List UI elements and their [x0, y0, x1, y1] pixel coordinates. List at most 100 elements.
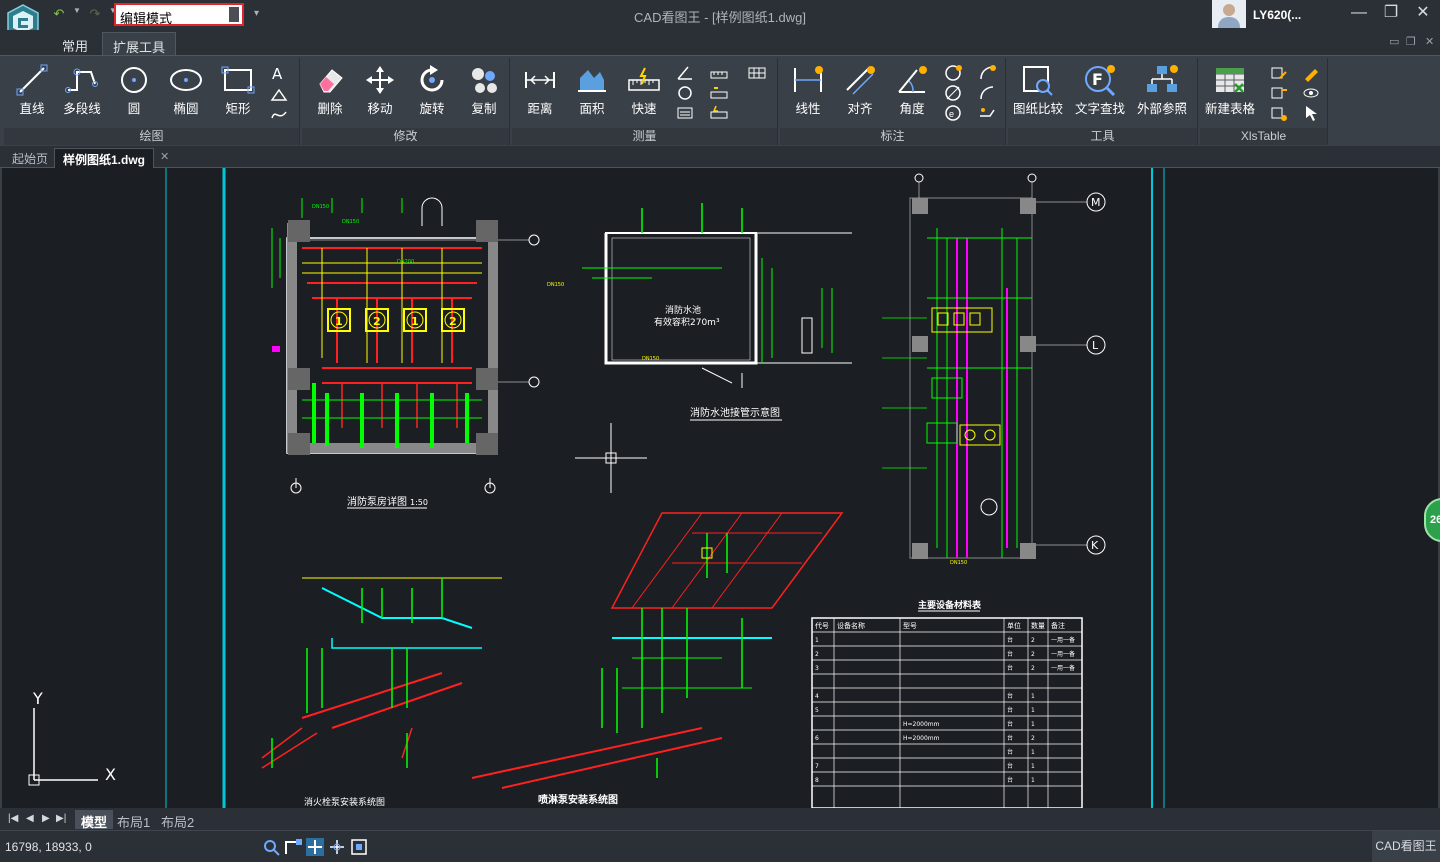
- drawing-frame: [165, 168, 1165, 808]
- line-tool-label: 直线: [19, 102, 45, 116]
- arc-icon[interactable]: [270, 86, 288, 104]
- close-tab-icon[interactable]: ✕: [160, 150, 169, 163]
- snap-icon[interactable]: [306, 838, 324, 856]
- table-pencil-icon[interactable]: [1302, 64, 1320, 82]
- arc-length-icon[interactable]: [676, 84, 694, 102]
- aligned-dim-tool-button[interactable]: 对齐: [832, 64, 888, 117]
- leader-icon[interactable]: [978, 64, 996, 82]
- compare-drawing-tool-button[interactable]: 图纸比较: [1010, 64, 1066, 117]
- perimeter-icon[interactable]: [710, 84, 728, 102]
- table-grid: 代号 设备名称 型号 单位 数量 备注 1 台 2 一用一备 2 台 2 一用一备 3 台 2 一用一备 4 台 1 5 台…: [811, 618, 1083, 808]
- first-layout-icon[interactable]: |◀: [8, 813, 18, 824]
- new-table-tool-button[interactable]: 新建表格: [1202, 64, 1258, 117]
- close-button[interactable]: ✕: [1408, 2, 1438, 26]
- user-name[interactable]: LY620(...: [1253, 8, 1301, 22]
- arc-dim-icon[interactable]: e: [944, 104, 962, 122]
- ucs-x-label: X: [105, 765, 116, 784]
- delete-tool-button[interactable]: 删除: [302, 64, 358, 117]
- ortho-icon[interactable]: [284, 838, 302, 856]
- multi-leader-icon[interactable]: [978, 104, 996, 122]
- area-tool-label: 面积: [579, 102, 605, 116]
- move-tool-button[interactable]: 移动: [352, 64, 408, 117]
- ruler-icon[interactable]: [710, 64, 728, 82]
- table-cell: 1: [1031, 707, 1035, 714]
- batch-measure-icon[interactable]: [710, 104, 728, 122]
- angle-dim-tool-label: 角度: [899, 102, 925, 116]
- table-header-cell: 型号: [903, 621, 917, 630]
- next-layout-icon[interactable]: ▶: [42, 813, 50, 824]
- ellipse-tool-button[interactable]: 椭圆: [158, 64, 214, 117]
- xref-tool-button[interactable]: 外部参照: [1134, 64, 1190, 117]
- angle-dimension-icon: [898, 66, 927, 93]
- copy-icon: [472, 68, 497, 93]
- line-tool-button[interactable]: 直线: [4, 64, 60, 117]
- drawing-svg: 1 2 1 2 DN150 DN150 DN200 消防泵房详图 1:50 消防…: [28, 168, 1165, 808]
- find-text-tool-button[interactable]: F 文字查找: [1072, 64, 1128, 117]
- layout-tab-layout2[interactable]: 布局2: [155, 810, 200, 830]
- spline-icon[interactable]: [270, 106, 288, 124]
- table-cell: 台: [1007, 650, 1013, 658]
- table-import-icon[interactable]: [1270, 84, 1288, 102]
- layout-tab-model[interactable]: 模型: [75, 810, 114, 830]
- grid-icon[interactable]: [328, 838, 346, 856]
- table-cell: 1: [1031, 693, 1035, 700]
- tab-start-page[interactable]: 起始页: [4, 148, 56, 168]
- move-tool-label: 移动: [367, 102, 393, 116]
- tab-extended-tools[interactable]: 扩展工具: [102, 32, 177, 55]
- fullscreen-icon[interactable]: [350, 838, 368, 856]
- prev-layout-icon[interactable]: ◀: [26, 813, 34, 824]
- table-cell: 1: [1031, 763, 1035, 770]
- group-modify-label: 修改: [302, 128, 509, 145]
- tab-common[interactable]: 常用: [52, 32, 98, 55]
- pool-name: 消防水池: [665, 304, 701, 316]
- tab-sample-drawing[interactable]: 样例图纸1.dwg: [54, 148, 155, 168]
- zoom-icon[interactable]: [262, 838, 280, 856]
- user-avatar[interactable]: [1212, 0, 1246, 28]
- table-measure-icon[interactable]: [748, 64, 766, 82]
- table-cell: 台: [1007, 762, 1013, 770]
- arc-leader-icon[interactable]: [978, 84, 996, 102]
- text-icon[interactable]: A: [270, 64, 288, 82]
- pump-boxes: 1 2 1 2: [327, 308, 465, 332]
- axis-label-k: K: [1091, 539, 1099, 552]
- angle-measure-icon[interactable]: [676, 64, 694, 82]
- table-select-icon[interactable]: [1302, 104, 1320, 122]
- mdi-minimize-button[interactable]: ▭: [1389, 35, 1399, 48]
- rectangle-tool-button[interactable]: 矩形: [210, 64, 266, 117]
- table-cell: 台: [1007, 636, 1013, 644]
- last-layout-icon[interactable]: ▶|: [56, 813, 66, 824]
- xref-icon: [1147, 65, 1178, 92]
- linear-dim-tool-button[interactable]: 线性: [780, 64, 836, 117]
- coordinate-icon[interactable]: [676, 104, 694, 122]
- table-edit-icon[interactable]: [1270, 64, 1288, 82]
- pool-title: 消防水池接管示意图: [690, 406, 780, 419]
- diameter-dim-icon[interactable]: [944, 84, 962, 102]
- svg-text:A: A: [272, 65, 283, 82]
- copy-tool-button[interactable]: 复制: [456, 64, 512, 117]
- pool-capacity: 有效容积270m³: [654, 316, 720, 328]
- mdi-close-button[interactable]: ✕: [1425, 35, 1434, 48]
- distance-icon: [525, 72, 555, 88]
- radius-dim-icon[interactable]: [944, 64, 962, 82]
- layout-tab-layout1[interactable]: 布局1: [111, 810, 156, 830]
- svg-text:e: e: [949, 109, 954, 119]
- table-cell: 1: [1031, 777, 1035, 784]
- drawing-canvas[interactable]: 1 2 1 2 DN150 DN150 DN200 消防泵房详图 1:50 消防…: [0, 168, 1440, 808]
- rotate-tool-button[interactable]: 旋转: [404, 64, 460, 117]
- group-draw: 直线 多段线 圆 椭圆 矩形 A 绘图: [4, 58, 300, 145]
- table-view-icon[interactable]: [1302, 84, 1320, 102]
- pump-label: 1: [411, 315, 419, 328]
- restore-button[interactable]: ❐: [1376, 2, 1406, 26]
- distance-tool-button[interactable]: 距离: [512, 64, 568, 117]
- group-tools-label: 工具: [1008, 128, 1197, 145]
- status-bar: 16798, 18933, 0 CAD看图王: [0, 830, 1440, 862]
- quick-measure-tool-button[interactable]: 快速: [616, 64, 672, 117]
- distance-tool-label: 距离: [527, 102, 553, 116]
- polyline-tool-button[interactable]: 多段线: [54, 64, 110, 117]
- mdi-restore-button[interactable]: ❐: [1406, 35, 1416, 48]
- table-export-icon[interactable]: [1270, 104, 1288, 122]
- angle-dim-tool-button[interactable]: 角度: [884, 64, 940, 117]
- area-tool-button[interactable]: 面积: [564, 64, 620, 117]
- minimize-button[interactable]: —: [1344, 2, 1374, 26]
- circle-tool-button[interactable]: 圆: [106, 64, 162, 117]
